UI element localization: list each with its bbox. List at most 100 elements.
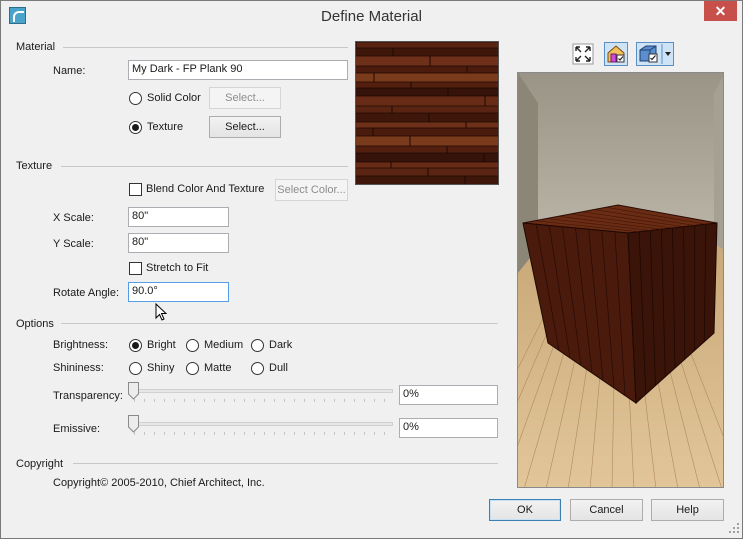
blend-color-label: Blend Color And Texture <box>146 183 265 195</box>
slider-tick <box>194 399 195 402</box>
options-section-title: Options <box>16 318 54 330</box>
slider-tick <box>324 399 325 402</box>
copyright-text: Copyright© 2005-2010, Chief Architect, I… <box>53 477 265 489</box>
y-scale-label: Y Scale: <box>53 238 94 250</box>
brightness-medium-radio[interactable] <box>186 339 199 352</box>
slider-tick <box>254 399 255 402</box>
room-box-toggle-icon <box>604 42 628 66</box>
slider-tick <box>224 432 225 435</box>
slider-tick <box>384 432 385 435</box>
dialog-title: Define Material <box>321 8 422 25</box>
y-scale-input[interactable]: 80" <box>128 233 229 253</box>
texture-swatch <box>355 41 499 185</box>
shininess-matte-radio[interactable] <box>186 362 199 375</box>
rotate-angle-input[interactable]: 90.0° <box>128 282 229 302</box>
slider-tick <box>194 432 195 435</box>
slider-tick <box>264 432 265 435</box>
slider-tick <box>284 432 285 435</box>
solid-color-radio[interactable] <box>129 92 142 105</box>
blend-color-checkbox[interactable] <box>129 183 142 196</box>
slider-tick <box>184 432 185 435</box>
slider-tick <box>314 399 315 402</box>
rotate-angle-label: Rotate Angle: <box>53 287 120 299</box>
options-divider <box>61 323 498 324</box>
cancel-button[interactable]: Cancel <box>570 499 643 521</box>
slider-tick <box>304 432 305 435</box>
x-scale-label: X Scale: <box>53 212 94 224</box>
shininess-shiny-label: Shiny <box>147 362 175 374</box>
x-scale-input[interactable]: 80" <box>128 207 229 227</box>
slider-tick <box>174 399 175 402</box>
shininess-shiny-radio[interactable] <box>129 362 142 375</box>
slider-tick <box>144 432 145 435</box>
slider-tick <box>234 399 235 402</box>
slider-tick <box>264 399 265 402</box>
slider-tick <box>184 399 185 402</box>
slider-tick <box>274 432 275 435</box>
wood-plank-texture <box>356 42 498 184</box>
material-divider <box>63 47 348 48</box>
name-input[interactable]: My Dark - FP Plank 90 <box>128 60 348 80</box>
slider-tick <box>224 399 225 402</box>
slider-tick <box>344 432 345 435</box>
slider-tick <box>214 399 215 402</box>
close-button[interactable]: ✕ <box>704 1 737 21</box>
brightness-medium-label: Medium <box>204 339 244 351</box>
slider-tick <box>304 399 305 402</box>
cube-view-icon <box>636 42 674 66</box>
copyright-divider <box>73 463 498 464</box>
texture-radio[interactable] <box>129 121 142 134</box>
help-button[interactable]: Help <box>651 499 724 521</box>
slider-tick <box>294 432 295 435</box>
slider-tick <box>354 399 355 402</box>
cube-view-dropdown-button[interactable] <box>636 42 674 66</box>
ok-button[interactable]: OK <box>489 499 561 521</box>
emissive-slider-track[interactable] <box>132 422 393 426</box>
texture-section-title: Texture <box>16 160 53 172</box>
shininess-matte-label: Matte <box>204 362 232 374</box>
room-box-toggle-button[interactable] <box>604 42 628 66</box>
stretch-to-fit-checkbox[interactable] <box>129 262 142 275</box>
slider-tick <box>234 432 235 435</box>
shininess-dull-radio[interactable] <box>251 362 264 375</box>
brightness-dark-label: Dark <box>269 339 293 351</box>
texture-divider <box>61 166 348 167</box>
slider-tick <box>274 399 275 402</box>
slider-tick <box>134 399 135 402</box>
transparency-slider-track[interactable] <box>132 389 393 393</box>
slider-tick <box>354 432 355 435</box>
slider-tick <box>154 399 155 402</box>
solid-color-select-button[interactable]: Select... <box>209 87 281 109</box>
slider-tick <box>204 432 205 435</box>
slider-tick <box>364 399 365 402</box>
resize-grip-icon[interactable] <box>729 523 741 535</box>
emissive-label: Emissive: <box>53 423 101 435</box>
material-preview-viewport[interactable] <box>517 72 724 488</box>
brightness-dark-radio[interactable] <box>251 339 264 352</box>
texture-label: Texture <box>147 121 184 133</box>
slider-tick <box>344 399 345 402</box>
fit-view-button[interactable] <box>571 42 595 66</box>
brightness-bright-radio[interactable] <box>129 339 142 352</box>
slider-tick <box>214 432 215 435</box>
slider-tick <box>174 432 175 435</box>
slider-tick <box>314 432 315 435</box>
select-color-button[interactable]: Select Color... <box>275 179 348 201</box>
slider-tick <box>154 432 155 435</box>
slider-tick <box>164 399 165 402</box>
material-section-title: Material <box>16 41 56 53</box>
transparency-slider-thumb[interactable] <box>128 382 139 400</box>
shininess-label: Shininess: <box>53 362 104 374</box>
emissive-input[interactable]: 0% <box>399 418 498 438</box>
slider-tick <box>254 432 255 435</box>
slider-tick <box>134 432 135 435</box>
solid-color-label: Solid Color <box>147 92 201 104</box>
copyright-section-title: Copyright <box>16 458 64 470</box>
slider-tick <box>334 432 335 435</box>
name-label: Name: <box>53 65 86 77</box>
texture-select-button[interactable]: Select... <box>209 116 281 138</box>
transparency-label: Transparency: <box>53 390 123 402</box>
transparency-input[interactable]: 0% <box>399 385 498 405</box>
emissive-slider-thumb[interactable] <box>128 415 139 433</box>
mouse-cursor-icon <box>155 303 168 321</box>
